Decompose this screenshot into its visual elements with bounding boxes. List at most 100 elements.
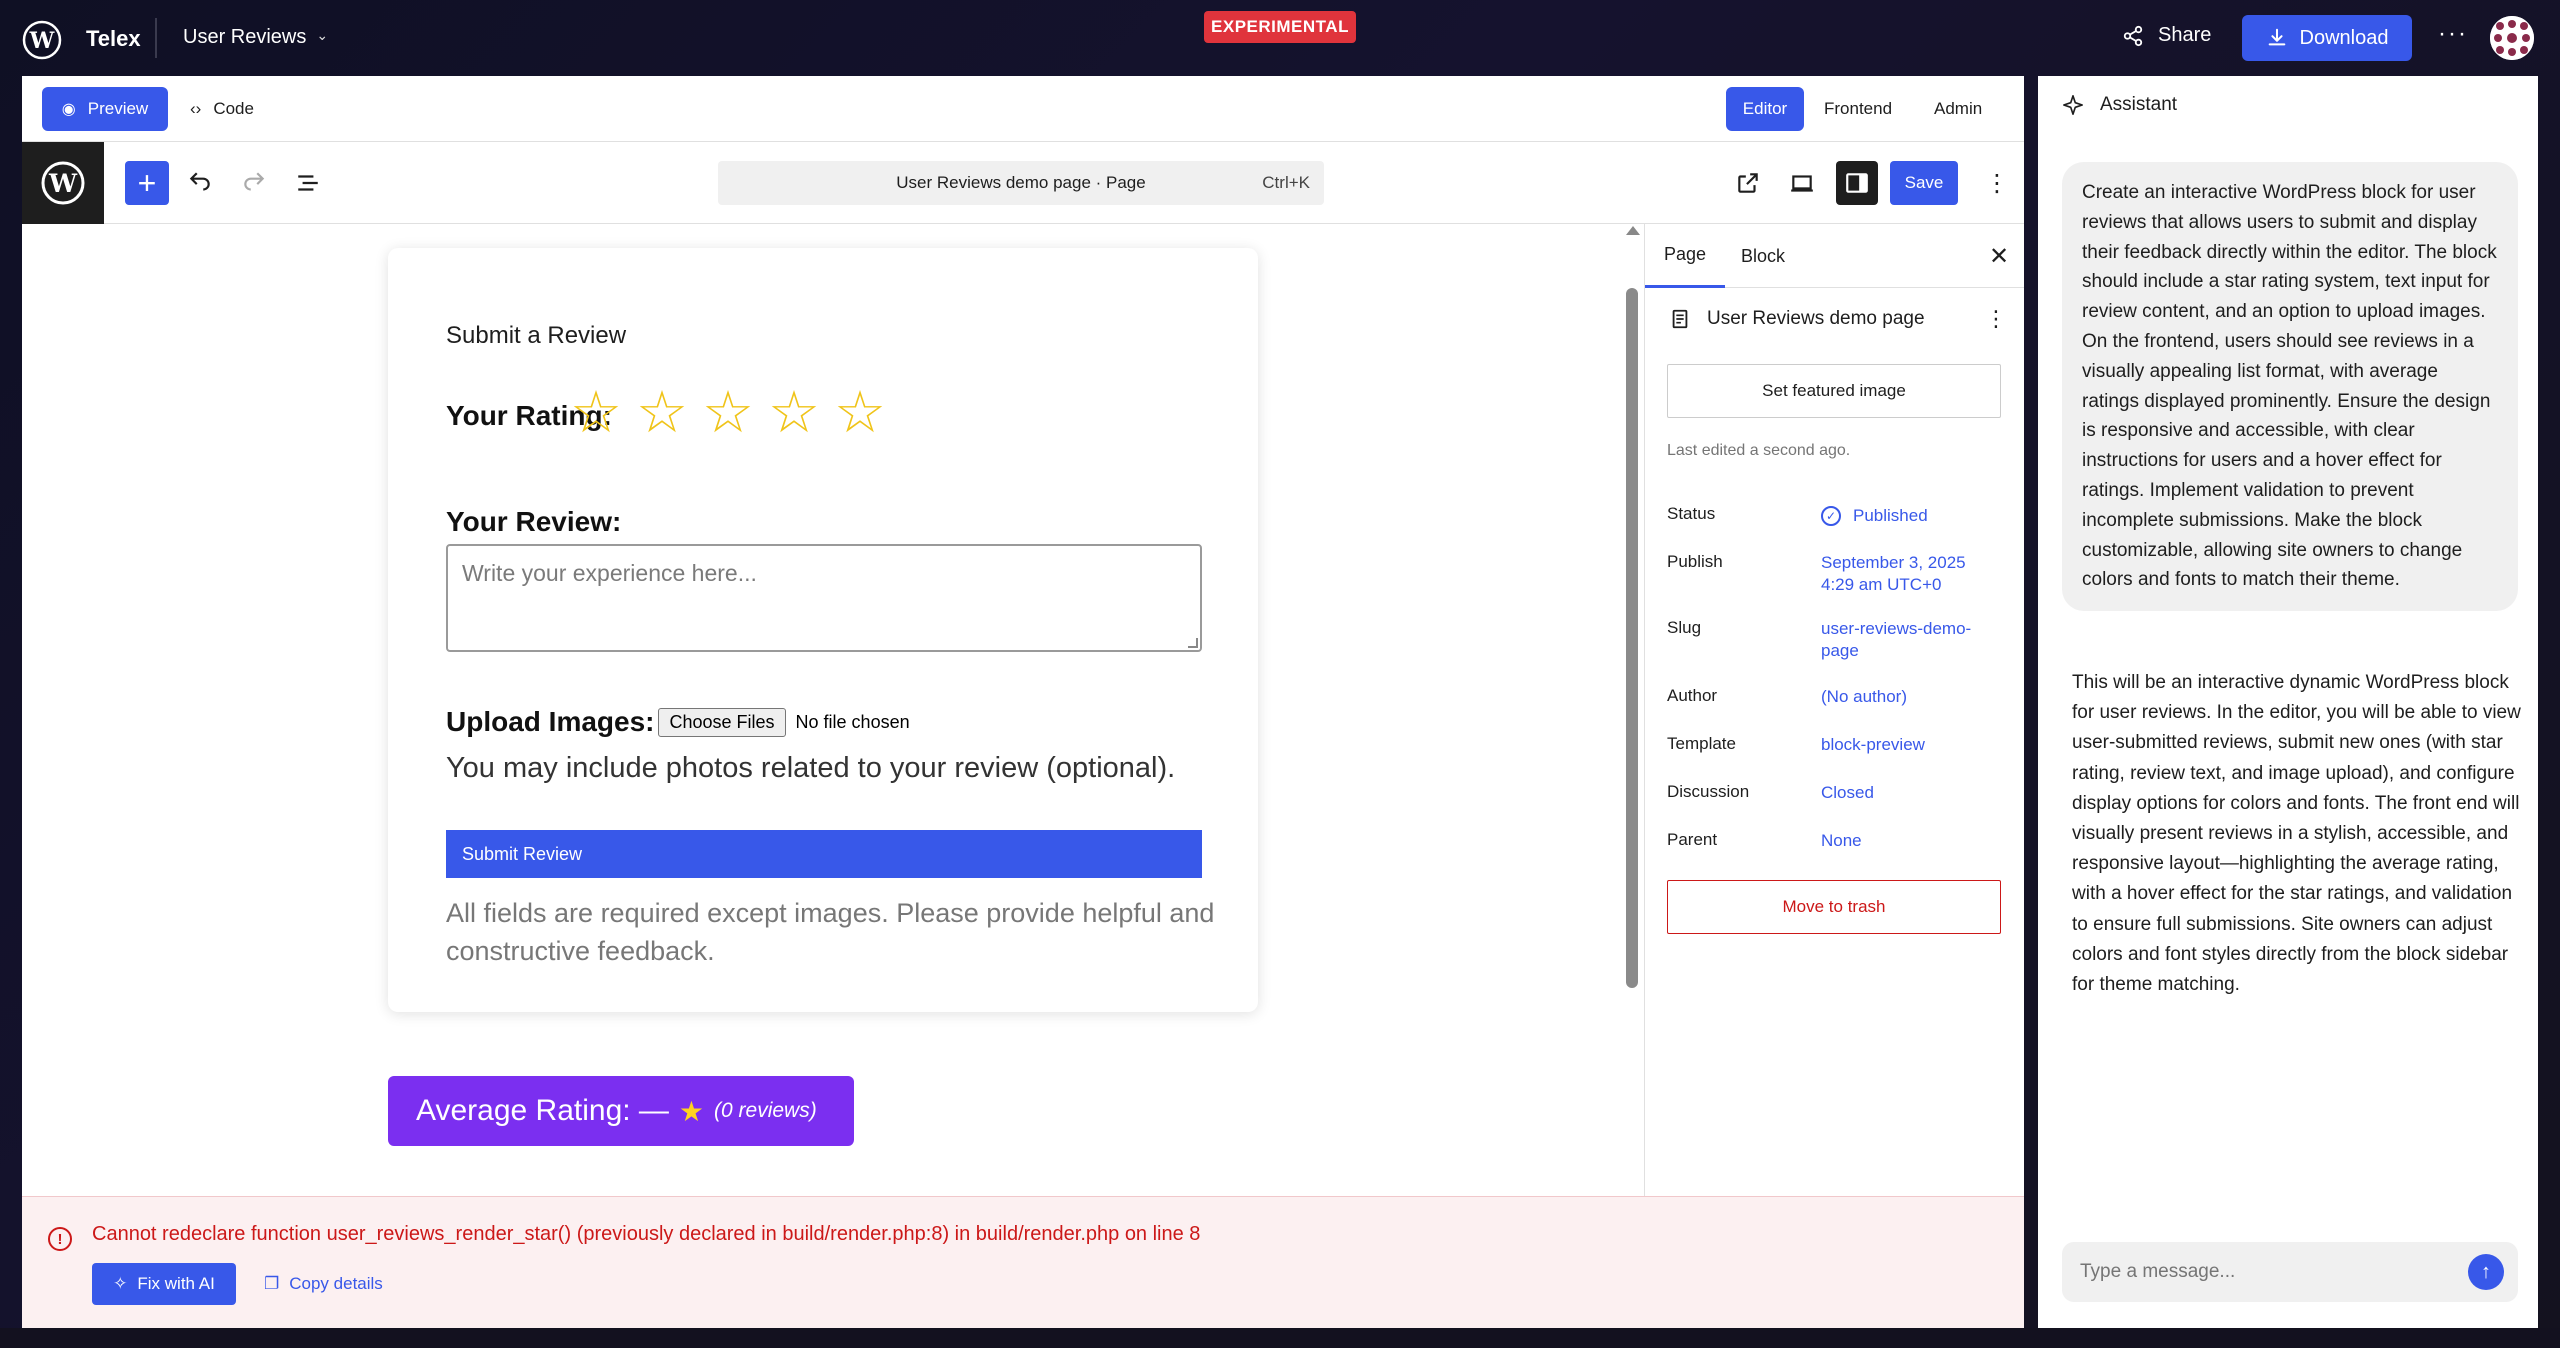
window-bottom-edge xyxy=(0,1328,2560,1348)
device-preview-button[interactable] xyxy=(1780,161,1824,205)
document-title: User Reviews demo page · Page xyxy=(896,173,1146,192)
tab-admin[interactable]: Admin xyxy=(1934,87,1982,131)
options-menu-icon[interactable]: ⋮ xyxy=(1982,161,2012,205)
settings-toggle-button[interactable] xyxy=(1836,161,1878,205)
copy-details-button[interactable]: ❐ Copy details xyxy=(264,1263,383,1305)
discussion-value[interactable]: Closed xyxy=(1821,782,2001,804)
wordpress-logo-icon[interactable]: W xyxy=(22,20,62,60)
tab-block[interactable]: Block xyxy=(1741,224,1785,288)
average-rating-label: Average Rating: — xyxy=(416,1094,669,1127)
code-button[interactable]: ‹› Code xyxy=(190,87,254,131)
user-message: Create an interactive WordPress block fo… xyxy=(2062,162,2518,612)
eye-icon: ◉ xyxy=(61,101,76,118)
review-form-card: Submit a Review Your Rating: ☆ ☆ ☆ ☆ ☆ Y… xyxy=(388,248,1258,1012)
resize-handle-icon[interactable] xyxy=(1188,638,1198,648)
template-value[interactable]: block-preview xyxy=(1821,734,2001,756)
fix-label: Fix with AI xyxy=(137,1274,215,1293)
download-icon xyxy=(2268,28,2285,46)
file-status: No file chosen xyxy=(795,711,910,732)
sparkle-icon xyxy=(2063,95,2083,115)
publish-value[interactable]: September 3, 2025 4:29 am UTC+0 xyxy=(1821,552,2001,596)
error-notice: ! Cannot redeclare function user_reviews… xyxy=(22,1196,2024,1328)
tab-editor[interactable]: Editor xyxy=(1726,87,1804,131)
upload-hint: You may include photos related to your r… xyxy=(446,752,1176,784)
author-value[interactable]: (No author) xyxy=(1821,686,2001,708)
download-button[interactable]: Download xyxy=(2242,15,2412,61)
share-icon xyxy=(2123,25,2143,46)
settings-tabs: Page Block ✕ xyxy=(1645,224,2024,288)
share-button[interactable]: Share xyxy=(2122,24,2211,47)
slug-label: Slug xyxy=(1667,618,1702,637)
tab-frontend[interactable]: Frontend xyxy=(1824,87,1892,131)
arrow-up-icon: ↑ xyxy=(2481,1260,2491,1283)
message-placeholder: Type a message... xyxy=(2080,1261,2236,1282)
discussion-label: Discussion xyxy=(1667,782,1750,801)
redo-button[interactable] xyxy=(232,161,276,205)
add-block-button[interactable]: + xyxy=(125,161,169,205)
scroll-up-icon[interactable] xyxy=(1626,226,1640,235)
submit-review-button[interactable]: Submit Review xyxy=(446,830,1202,878)
template-label: Template xyxy=(1667,734,1736,753)
more-options-icon[interactable]: ··· xyxy=(2438,20,2468,48)
upload-label: Upload Images: xyxy=(446,706,655,737)
page-icon xyxy=(1672,309,1688,329)
message-input[interactable]: Type a message... ↑ xyxy=(2062,1242,2518,1302)
star-5-icon[interactable]: ☆ xyxy=(834,384,886,442)
star-2-icon[interactable]: ☆ xyxy=(636,384,688,442)
star-3-icon[interactable]: ☆ xyxy=(702,384,754,442)
error-icon: ! xyxy=(48,1227,72,1251)
move-to-trash-button[interactable]: Move to trash xyxy=(1667,880,2001,934)
star-1-icon[interactable]: ☆ xyxy=(570,384,622,442)
star-4-icon[interactable]: ☆ xyxy=(768,384,820,442)
command-palette[interactable]: User Reviews demo page · Page Ctrl+K xyxy=(718,161,1324,205)
canvas-scrollbar[interactable] xyxy=(1626,288,1638,988)
review-count: (0 reviews) xyxy=(714,1099,817,1122)
undo-button[interactable] xyxy=(178,161,222,205)
assistant-panel: Assistant Create an interactive WordPres… xyxy=(2038,76,2538,1328)
close-icon[interactable]: ✕ xyxy=(1989,242,2009,271)
editor-toolbar: W + User Reviews demo page · Page Ctrl+K xyxy=(22,142,2024,224)
status-value[interactable]: ✓ Published xyxy=(1821,504,2001,527)
review-textarea[interactable]: Write your experience here... xyxy=(446,544,1202,652)
save-button[interactable]: Save xyxy=(1890,161,1958,205)
parent-label: Parent xyxy=(1667,830,1718,849)
document-actions-icon[interactable]: ⋮ xyxy=(1985,306,2007,332)
command-shortcut: Ctrl+K xyxy=(1262,173,1310,192)
set-featured-image-button[interactable]: Set featured image xyxy=(1667,364,2001,418)
document-overview-button[interactable] xyxy=(286,161,330,205)
editor-panel: ◉ Preview ‹› Code Editor Frontend Admin … xyxy=(22,76,2024,1328)
fix-with-ai-button[interactable]: ✧ Fix with AI xyxy=(92,1263,236,1305)
code-label: Code xyxy=(213,99,254,118)
editor-canvas: Submit a Review Your Rating: ☆ ☆ ☆ ☆ ☆ Y… xyxy=(22,224,1644,1196)
project-name: User Reviews xyxy=(183,26,307,48)
svg-text:W: W xyxy=(29,28,55,54)
document-name: User Reviews demo page xyxy=(1707,308,1925,329)
copy-icon: ❐ xyxy=(264,1274,280,1293)
star-filled-icon: ★ xyxy=(678,1095,705,1127)
project-switcher[interactable]: User Reviews ⌄ xyxy=(183,26,328,49)
preview-label: Preview xyxy=(87,99,149,118)
status-text: Published xyxy=(1853,506,1928,525)
preview-button[interactable]: ◉ Preview xyxy=(42,87,168,131)
sidebar-icon xyxy=(1846,173,1868,193)
slug-value[interactable]: user-reviews-demo-page xyxy=(1821,618,2001,662)
send-button[interactable]: ↑ xyxy=(2468,1254,2504,1290)
view-page-button[interactable] xyxy=(1726,161,1770,205)
assistant-title: Assistant xyxy=(2100,94,2178,115)
form-title: Submit a Review xyxy=(446,322,627,349)
avatar[interactable] xyxy=(2490,16,2534,60)
experimental-badge: EXPERIMENTAL xyxy=(1204,11,1356,43)
appbar-divider xyxy=(155,18,157,58)
parent-value[interactable]: None xyxy=(1821,830,2001,852)
tab-page[interactable]: Page xyxy=(1645,224,1725,288)
app-bar: W Telex User Reviews ⌄ EXPERIMENTAL Shar… xyxy=(0,0,2560,76)
sparkle-icon: ✧ xyxy=(113,1274,128,1293)
wordpress-menu-button[interactable]: W xyxy=(22,142,104,224)
download-label: Download xyxy=(2299,26,2389,49)
settings-sidebar: Page Block ✕ User Reviews demo page ⋮ Se… xyxy=(1644,224,2024,1196)
code-icon: ‹› xyxy=(190,99,202,118)
form-instructions: All fields are required except images. P… xyxy=(446,898,1215,966)
assistant-header: Assistant xyxy=(2062,94,2177,116)
preview-topbar: ◉ Preview ‹› Code Editor Frontend Admin xyxy=(22,76,2024,142)
choose-files-button[interactable]: Choose Files xyxy=(658,707,786,737)
